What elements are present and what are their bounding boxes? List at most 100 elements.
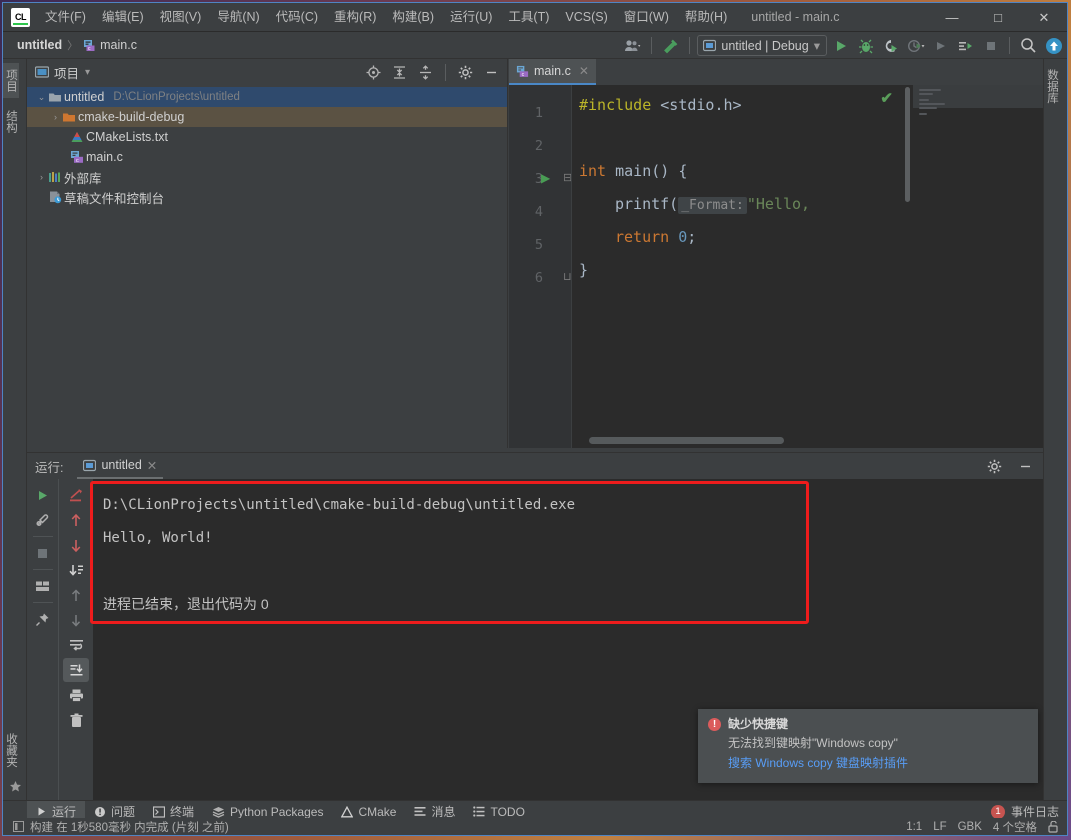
- editor-tab-main-c[interactable]: c main.c ✕: [509, 59, 596, 85]
- soft-wrap-button[interactable]: [63, 483, 89, 507]
- notification-link[interactable]: 搜索 Windows copy 键盘映射插件: [728, 756, 1028, 770]
- menu-code[interactable]: 代码(C): [268, 3, 326, 32]
- debug-button[interactable]: [854, 34, 877, 57]
- hide-panel-icon[interactable]: [1014, 455, 1037, 478]
- run-console-toolbar: [60, 479, 92, 807]
- collapse-all-icon[interactable]: [414, 61, 437, 84]
- editor-minimap[interactable]: [913, 85, 1043, 448]
- menu-build[interactable]: 构建(B): [384, 3, 442, 32]
- project-caret-icon[interactable]: ▾: [85, 67, 90, 78]
- run-button[interactable]: [829, 34, 852, 57]
- update-icon[interactable]: [1042, 34, 1065, 57]
- run-gutter-icon[interactable]: ▶: [541, 171, 550, 185]
- menu-file[interactable]: 文件(F): [37, 3, 94, 32]
- close-icon[interactable]: ✕: [579, 64, 589, 78]
- run-panel-actions: [983, 453, 1037, 479]
- stop-button[interactable]: [979, 34, 1002, 57]
- build-status-text: 构建 在 1秒580毫秒 内完成 (片刻 之前): [30, 819, 229, 835]
- pin-tab-button[interactable]: [30, 607, 56, 631]
- close-icon[interactable]: ✕: [147, 458, 157, 473]
- tree-row-cmakelists[interactable]: CMakeLists.txt: [27, 127, 507, 147]
- minimize-button[interactable]: —: [929, 3, 975, 32]
- previous-occurrence-button[interactable]: [63, 508, 89, 532]
- expand-arrow[interactable]: ›: [35, 172, 48, 182]
- expand-all-icon[interactable]: [388, 61, 411, 84]
- c-file-icon: c: [516, 65, 529, 78]
- up-arrow-disabled-button[interactable]: [63, 583, 89, 607]
- stop-button[interactable]: [30, 541, 56, 565]
- print-icon[interactable]: [63, 683, 89, 707]
- editor-gutter[interactable]: 1 2 3 4 5 6 ▶ ⊟ ⊔: [509, 85, 571, 448]
- menu-edit[interactable]: 编辑(E): [94, 3, 152, 32]
- sidebar-item-project[interactable]: 项目: [3, 63, 19, 98]
- menu-vcs[interactable]: VCS(S): [557, 3, 615, 32]
- tree-row-scratches[interactable]: 草稿文件和控制台: [27, 187, 507, 207]
- menu-help[interactable]: 帮助(H): [677, 3, 735, 32]
- star-icon[interactable]: [9, 780, 22, 793]
- hide-panel-icon[interactable]: [480, 61, 503, 84]
- run-tab-untitled[interactable]: untitled ✕: [77, 453, 163, 479]
- code-line-1: #include <stdio.h>: [579, 89, 742, 122]
- menu-navigate[interactable]: 导航(N): [209, 3, 267, 32]
- chevron-down-icon[interactable]: ▾: [814, 38, 820, 53]
- run-configuration-selector[interactable]: untitled | Debug ▾: [697, 35, 827, 56]
- run-with-coverage-button[interactable]: [879, 34, 902, 57]
- rerun-button[interactable]: [30, 483, 56, 507]
- code-editor[interactable]: 1 2 3 4 5 6 ▶ ⊟ ⊔ #include <stdio.h> int…: [509, 85, 1043, 448]
- run-tab-label: untitled: [101, 458, 141, 472]
- tree-label: CMakeLists.txt: [86, 130, 168, 144]
- select-opened-file-icon[interactable]: [362, 61, 385, 84]
- menu-window[interactable]: 窗口(W): [616, 3, 677, 32]
- close-button[interactable]: ✕: [1021, 3, 1067, 32]
- user-accounts-icon[interactable]: [621, 34, 644, 57]
- tree-row-main-c[interactable]: c main.c: [27, 147, 507, 167]
- next-occurrence-button[interactable]: [63, 533, 89, 557]
- scroll-to-end-button[interactable]: [63, 558, 89, 582]
- cmake-file-icon: [70, 130, 84, 144]
- event-log-badge: 1: [991, 805, 1005, 819]
- trash-icon[interactable]: [63, 708, 89, 732]
- status-build-info[interactable]: 构建 在 1秒580毫秒 内完成 (片刻 之前): [3, 819, 229, 835]
- run-step-button[interactable]: [954, 34, 977, 57]
- tree-row-untitled[interactable]: ⌄ untitled D:\CLionProjects\untitled: [27, 87, 507, 107]
- build-hammer-icon[interactable]: [659, 34, 682, 57]
- indent-setting[interactable]: 4 个空格: [993, 819, 1037, 835]
- expand-arrow[interactable]: ⌄: [35, 92, 48, 103]
- attach-run-button[interactable]: [929, 34, 952, 57]
- gear-icon[interactable]: [454, 61, 477, 84]
- tree-row-cmake-build-debug[interactable]: › cmake-build-debug: [27, 107, 507, 127]
- editor-horizontal-scrollbar[interactable]: [589, 437, 784, 444]
- project-tab-label: 项目: [3, 69, 19, 92]
- maximize-button[interactable]: □: [975, 3, 1021, 32]
- menu-tools[interactable]: 工具(T): [500, 3, 557, 32]
- edit-configuration-button[interactable]: [30, 508, 56, 532]
- sidebar-item-database[interactable]: 数据库: [1044, 63, 1060, 110]
- profile-button[interactable]: [904, 34, 927, 57]
- inspection-status-icon[interactable]: ✔: [880, 89, 893, 107]
- sidebar-item-favorites[interactable]: 收藏夹: [3, 727, 19, 774]
- lock-icon[interactable]: [1048, 821, 1059, 833]
- breadcrumb-file[interactable]: main.c: [100, 38, 137, 52]
- menu-view[interactable]: 视图(V): [152, 3, 210, 32]
- status-indicators: 1:1 LF GBK 4 个空格: [906, 819, 1059, 835]
- caret-position[interactable]: 1:1: [906, 821, 922, 833]
- expand-arrow[interactable]: ›: [49, 112, 62, 122]
- scroll-to-end-active-button[interactable]: [63, 658, 89, 682]
- menu-refactor[interactable]: 重构(R): [326, 3, 384, 32]
- gear-icon[interactable]: [983, 455, 1006, 478]
- menu-run[interactable]: 运行(U): [442, 3, 500, 32]
- notification-popup[interactable]: ! 缺少快捷键 无法找到键映射"Windows copy" 搜索 Windows…: [698, 709, 1038, 783]
- play-icon: [36, 806, 47, 817]
- file-encoding[interactable]: GBK: [958, 821, 982, 833]
- sidebar-item-structure[interactable]: 结构: [3, 104, 19, 139]
- search-icon[interactable]: [1017, 34, 1040, 57]
- wrap-text-button[interactable]: [63, 633, 89, 657]
- breadcrumb-project[interactable]: untitled: [17, 38, 62, 52]
- clion-window: CL 文件(F)编辑(E)视图(V)导航(N)代码(C)重构(R)构建(B)运行…: [0, 0, 1071, 840]
- down-arrow-disabled-button[interactable]: [63, 608, 89, 632]
- tree-row-external-libraries[interactable]: › 外部库: [27, 167, 507, 187]
- console-line: 进程已结束，退出代码为 0: [103, 588, 1043, 621]
- line-separator[interactable]: LF: [933, 821, 946, 833]
- layout-settings-button[interactable]: [30, 574, 56, 598]
- editor-vertical-scrollbar[interactable]: [905, 87, 910, 202]
